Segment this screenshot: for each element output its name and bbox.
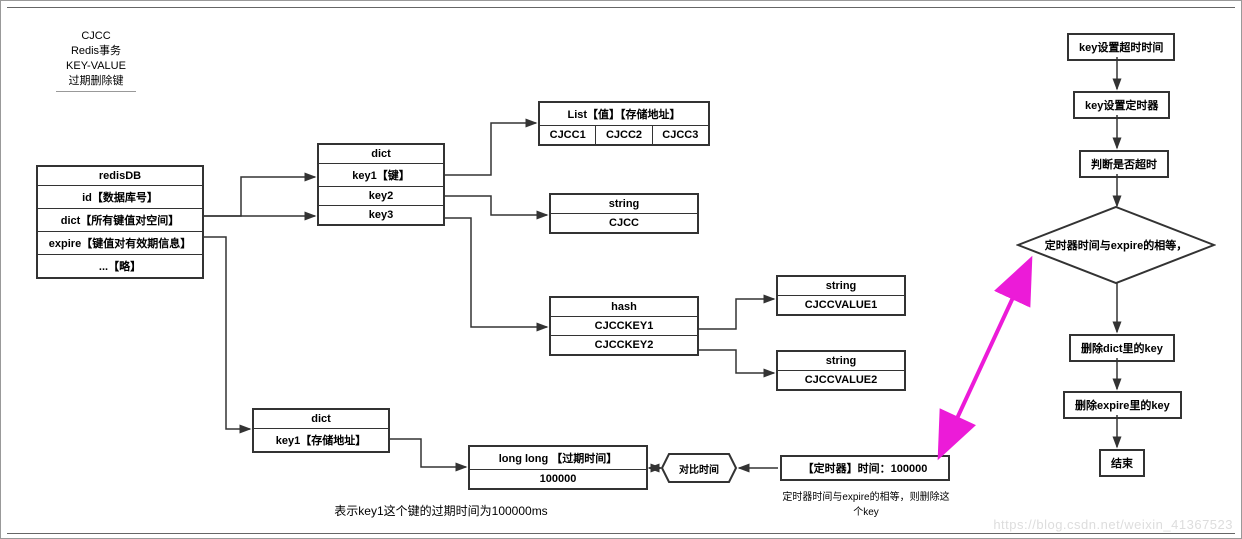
hash-k2: CJCCKEY2 [551,335,697,354]
header-block: CJCC Redis事务 KEY-VALUE 过期删除键 [56,29,136,92]
redisdb-title: redisDB [38,167,202,185]
caption-timer: 定时器时间与expire的相等，则删除这个key [781,488,951,518]
list-c2: CJCC2 [596,125,652,144]
flow-s3: 判断是否超时 [1079,150,1169,178]
string2-v: CJCCVALUE1 [778,295,904,314]
caption-expire: 表示key1这个键的过期时间为100000ms [301,502,581,519]
flow-s5: 删除expire里的key [1063,391,1182,419]
string2-table: string CJCCVALUE1 [776,275,906,316]
dict1-title: dict [319,145,443,163]
dict2-k1: key1【存储地址】 [254,428,388,451]
dict1-k3: key3 [319,205,443,224]
redisdb-etc: ...【略】 [38,254,202,277]
string3-v: CJCCVALUE2 [778,370,904,389]
redisdb-table: redisDB id【数据库号】 dict【所有键值对空间】 expire【键值… [36,165,204,279]
hash-k1: CJCCKEY1 [551,316,697,335]
list-c1: CJCC1 [540,125,596,144]
hr-bottom [7,533,1235,534]
hdr-l2: Redis事务 [56,44,136,59]
dict2-title: dict [254,410,388,428]
string1-v: CJCC [551,213,697,232]
flow-s1: key设置超时时间 [1067,33,1175,61]
ll-val: 100000 [470,469,646,488]
hash-title: hash [551,298,697,316]
flow-d1-label: 定时器时间与expire的相等， [1016,237,1216,253]
redisdb-expire: expire【键值对有效期信息】 [38,231,202,254]
list-title: List【值】【存储地址】 [540,103,708,125]
redisdb-dict: dict【所有键值对空间】 [38,208,202,231]
hr-top [7,7,1235,8]
timer-label: 【定时器】时间：100000 [782,457,948,479]
string1-title: string [551,195,697,213]
flow-s6: 结束 [1099,449,1145,477]
flow-s2: key设置定时器 [1073,91,1170,119]
string2-title: string [778,277,904,295]
string1-table: string CJCC [549,193,699,234]
string3-table: string CJCCVALUE2 [776,350,906,391]
watermark: https://blog.csdn.net/weixin_41367523 [993,517,1233,532]
string3-title: string [778,352,904,370]
hex-label: 对比时间 [661,461,737,476]
ll-title: long long 【过期时间】 [470,447,646,469]
list-c3: CJCC3 [653,125,708,144]
dict2-table: dict key1【存储地址】 [252,408,390,453]
hash-table: hash CJCCKEY1 CJCCKEY2 [549,296,699,356]
hdr-l1: CJCC [56,29,136,44]
hdr-l4: 过期删除键 [56,74,136,89]
timer-box: 【定时器】时间：100000 [780,455,950,481]
redisdb-id: id【数据库号】 [38,185,202,208]
list-table: List【值】【存储地址】 CJCC1 CJCC2 CJCC3 [538,101,710,146]
flow-s4: 删除dict里的key [1069,334,1175,362]
longlong-table: long long 【过期时间】 100000 [468,445,648,490]
flow-d1: 定时器时间与expire的相等， [1016,205,1216,285]
diagram-canvas: CJCC Redis事务 KEY-VALUE 过期删除键 redisDB id【… [0,0,1242,539]
dict1-k1: key1【键】 [319,163,443,186]
hdr-l3: KEY-VALUE [56,59,136,74]
hex-compare: 对比时间 [661,453,737,483]
dict1-table: dict key1【键】 key2 key3 [317,143,445,226]
dict1-k2: key2 [319,186,443,205]
